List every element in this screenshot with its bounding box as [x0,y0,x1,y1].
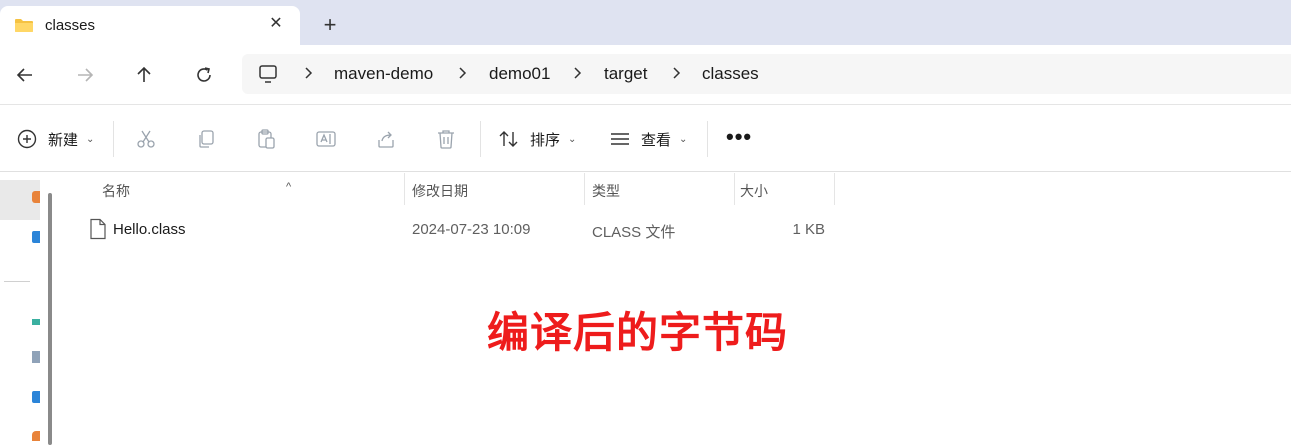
chevron-down-icon: ⌄ [86,133,95,145]
annotation-text: 编译后的字节码 [487,308,789,357]
arrow-up-icon [137,66,151,82]
sort-label: 排序 [530,131,561,149]
clipboard-icon [258,129,275,149]
breadcrumb-demo01[interactable]: demo01 [489,64,550,84]
view-label: 查看 [641,131,672,149]
download-icon[interactable] [32,319,40,325]
paste-button[interactable] [255,125,277,153]
column-header-name[interactable]: 名称 ^ [102,173,402,205]
share-icon [378,131,394,148]
home-icon[interactable] [32,191,40,203]
gallery-icon[interactable] [32,231,40,243]
copy-button[interactable] [195,125,217,153]
sort-ascending-icon: ^ [286,181,292,193]
column-type-label: 类型 [592,183,620,199]
new-button[interactable]: 新建 ⌄ [16,125,94,153]
music-icon[interactable] [32,431,40,441]
file-modified: 2024-07-23 10:09 [412,221,531,238]
address-bar[interactable]: maven-demo demo01 target classes [242,54,1291,94]
list-view-icon [611,133,629,145]
share-button[interactable] [375,125,397,153]
column-separator[interactable] [584,173,585,205]
command-bar: 新建 ⌄ 排序 ⌄ 查看 ⌄ ••• [0,105,1291,172]
file-type: CLASS 文件 [592,224,676,241]
rename-icon [316,131,336,147]
column-separator[interactable] [404,173,405,205]
column-modified-label: 修改日期 [412,183,468,199]
chevron-down-icon: ⌄ [568,133,577,145]
chevron-right-icon [305,67,313,79]
desktop-icon[interactable] [32,391,40,403]
plus-circle-icon [17,129,37,149]
column-separator[interactable] [734,173,735,205]
up-button[interactable] [131,62,157,88]
file-size: 1 KB [792,221,825,238]
sort-icon [499,131,518,147]
view-button[interactable]: 查看 ⌄ [609,125,687,153]
tab-classes[interactable]: classes ✕ [0,6,300,45]
delete-button[interactable] [435,125,457,153]
navigation-bar: maven-demo demo01 target classes [0,45,1291,105]
column-separator[interactable] [834,173,835,205]
toolbar-divider [707,121,708,157]
chevron-down-icon: ⌄ [679,133,688,145]
new-tab-button[interactable]: + [318,14,342,38]
column-size-label: 大小 [740,183,768,199]
tab-title: classes [45,17,96,34]
documents-icon[interactable] [32,351,40,363]
chevron-right-icon [574,67,582,79]
scissors-icon [137,130,155,148]
forward-button[interactable] [72,62,98,88]
nav-scrollbar[interactable] [48,193,52,445]
arrow-left-icon [16,68,32,82]
column-header-modified[interactable]: 修改日期 [412,173,582,205]
arrow-right-icon [78,68,94,82]
toolbar-divider [480,121,481,157]
navigation-pane [0,173,60,445]
file-name: Hello.class [113,221,186,238]
back-button[interactable] [12,62,38,88]
nav-separator [4,281,30,282]
cut-button[interactable] [135,125,157,153]
column-header-size[interactable]: 大小 [740,173,830,205]
more-options-button[interactable]: ••• [726,126,752,148]
breadcrumb-classes[interactable]: classes [702,64,759,84]
file-icon [90,218,106,240]
chevron-right-icon [459,67,467,79]
computer-icon [259,65,277,83]
refresh-button[interactable] [191,62,217,88]
refresh-icon [197,67,211,82]
breadcrumb-target[interactable]: target [604,64,647,84]
close-tab-button[interactable]: ✕ [266,14,286,34]
rename-button[interactable] [315,125,337,153]
chevron-right-icon [673,67,681,79]
folder-icon [15,19,33,32]
trash-icon [438,130,454,149]
column-header-type[interactable]: 类型 [592,173,732,205]
breadcrumb-maven-demo[interactable]: maven-demo [334,64,433,84]
tab-bar: classes ✕ + [0,0,1291,45]
new-label: 新建 [48,131,79,149]
file-row[interactable]: Hello.class 2024-07-23 10:09 CLASS 文件 1 … [60,213,840,245]
copy-icon [199,130,214,148]
sort-button[interactable]: 排序 ⌄ [498,125,576,153]
column-name-label: 名称 [102,183,130,199]
toolbar-divider [113,121,114,157]
